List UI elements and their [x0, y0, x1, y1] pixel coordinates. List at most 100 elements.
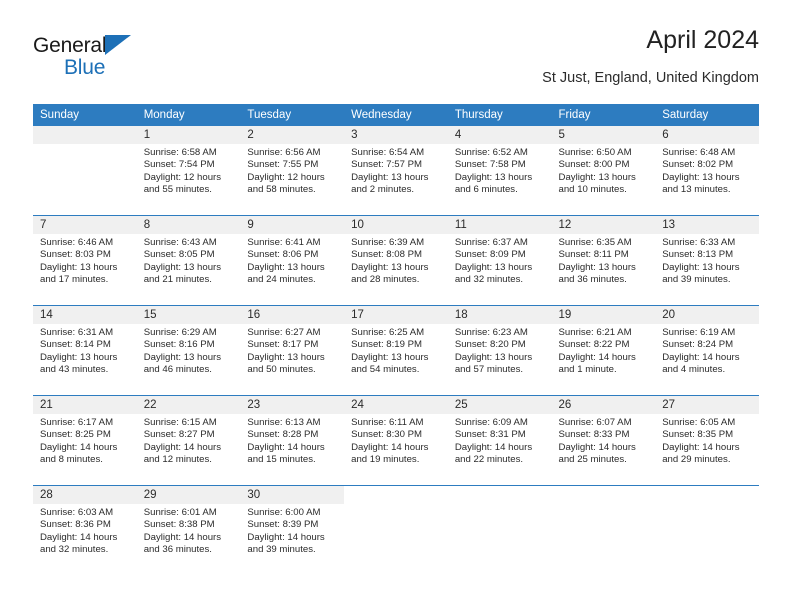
calendar-day-cell[interactable]: 1 Sunrise: 6:58 AM Sunset: 7:54 PM Daylight…	[136, 126, 241, 216]
day-cell-inner: 16 Sunrise: 6:27 AM Sunset: 8:17 PM Dayligh…	[240, 306, 345, 395]
calendar-day-cell[interactable]	[655, 485, 759, 578]
calendar-day-cell[interactable]: 15 Sunrise: 6:29 AM Sunset: 8:16 PM Dayligh…	[136, 305, 241, 396]
sunset-time: Sunset: 8:06 PM	[247, 249, 319, 261]
day-sun-info: Sunrise: 6:27 AM Sunset: 8:17 PM Daylight:…	[240, 324, 344, 377]
page-subtitle: St Just, England, United Kingdom	[542, 70, 759, 86]
day-cell-inner: 15 Sunrise: 6:29 AM Sunset: 8:16 PM Dayligh…	[136, 306, 241, 395]
sunset-time: Sunset: 8:24 PM	[662, 339, 734, 351]
day-sun-info: Sunrise: 6:11 AM Sunset: 8:30 PM Daylight:…	[344, 414, 448, 467]
sunrise-time: Sunrise: 6:07 AM	[558, 417, 632, 428]
daylight-duration: Daylight: 13 hours	[143, 351, 222, 363]
day-number: 2	[240, 126, 345, 144]
calendar-day-cell[interactable]: 16 Sunrise: 6:27 AM Sunset: 8:17 PM Dayligh…	[240, 305, 345, 396]
day-number: 12	[551, 216, 656, 234]
calendar-day-cell[interactable]: 28 Sunrise: 6:03 AM Sunset: 8:36 PM Dayligh…	[33, 485, 137, 578]
calendar-day-cell[interactable]	[447, 485, 552, 578]
daylight-duration: and 39 minutes.	[662, 274, 731, 286]
sunrise-time: Sunrise: 6:17 AM	[40, 417, 114, 428]
logo-text-general: General	[33, 34, 107, 57]
day-number: 22	[136, 396, 241, 414]
day-number: 6	[655, 126, 759, 144]
calendar-day-cell[interactable]: 29 Sunrise: 6:01 AM Sunset: 8:38 PM Dayligh…	[136, 485, 241, 578]
calendar-week-row: 21 Sunrise: 6:17 AM Sunset: 8:25 PM Dayligh…	[33, 395, 759, 486]
daylight-duration: Daylight: 13 hours	[40, 261, 118, 273]
calendar-day-cell[interactable]: 26 Sunrise: 6:07 AM Sunset: 8:33 PM Dayligh…	[551, 395, 656, 486]
day-sun-info: Sunrise: 6:19 AM Sunset: 8:24 PM Daylight:…	[655, 324, 759, 377]
weekday-header-wednesday: Wednesday	[344, 104, 448, 126]
daylight-duration: Daylight: 13 hours	[558, 171, 636, 183]
calendar-day-cell[interactable]: 12 Sunrise: 6:35 AM Sunset: 8:11 PM Dayligh…	[551, 215, 656, 306]
daylight-duration: Daylight: 14 hours	[143, 441, 222, 453]
calendar-day-cell[interactable]: 14 Sunrise: 6:31 AM Sunset: 8:14 PM Dayligh…	[33, 305, 137, 396]
calendar-day-cell[interactable]: 23 Sunrise: 6:13 AM Sunset: 8:28 PM Dayligh…	[240, 395, 345, 486]
day-sun-info: Sunrise: 6:25 AM Sunset: 8:19 PM Daylight:…	[344, 324, 448, 377]
day-number: 30	[240, 486, 345, 504]
daylight-duration: and 36 minutes.	[143, 544, 212, 556]
daylight-duration: and 10 minutes.	[558, 184, 627, 196]
calendar-day-cell[interactable]	[344, 485, 448, 578]
calendar-day-cell[interactable]: 21 Sunrise: 6:17 AM Sunset: 8:25 PM Dayligh…	[33, 395, 137, 486]
day-sun-info: Sunrise: 6:50 AM Sunset: 8:00 PM Daylight:…	[552, 144, 656, 197]
day-cell-inner: 20 Sunrise: 6:19 AM Sunset: 8:24 PM Dayligh…	[655, 306, 759, 395]
calendar-day-cell[interactable]: 9 Sunrise: 6:41 AM Sunset: 8:06 PM Daylight…	[240, 215, 345, 306]
day-number: 7	[33, 216, 137, 234]
sunset-time: Sunset: 8:30 PM	[351, 429, 423, 441]
calendar-day-cell[interactable]: 22 Sunrise: 6:15 AM Sunset: 8:27 PM Dayligh…	[136, 395, 241, 486]
calendar-day-cell[interactable]: 13 Sunrise: 6:33 AM Sunset: 8:13 PM Dayligh…	[655, 215, 759, 306]
logo-text-blue: Blue	[64, 56, 106, 79]
daylight-duration: and 32 minutes.	[454, 274, 524, 286]
calendar-day-cell[interactable]: 6 Sunrise: 6:48 AM Sunset: 8:02 PM Daylight…	[655, 126, 759, 216]
calendar-day-cell[interactable]: 4 Sunrise: 6:52 AM Sunset: 7:58 PM Daylight…	[447, 126, 552, 216]
day-number: 28	[33, 486, 137, 504]
calendar-day-cell[interactable]	[551, 485, 656, 578]
sunset-time: Sunset: 8:38 PM	[143, 519, 215, 531]
day-sun-info: Sunrise: 6:17 AM Sunset: 8:25 PM Daylight:…	[33, 414, 137, 467]
day-cell-inner: 13 Sunrise: 6:33 AM Sunset: 8:13 PM Dayligh…	[655, 216, 759, 305]
calendar-day-cell[interactable]: 20 Sunrise: 6:19 AM Sunset: 8:24 PM Dayligh…	[655, 305, 759, 396]
daylight-duration: Daylight: 13 hours	[351, 351, 429, 363]
daylight-duration: Daylight: 13 hours	[247, 261, 325, 273]
day-number: 15	[136, 306, 241, 324]
calendar-day-cell[interactable]: 17 Sunrise: 6:25 AM Sunset: 8:19 PM Dayligh…	[344, 305, 448, 396]
calendar-day-cell[interactable]: 27 Sunrise: 6:05 AM Sunset: 8:35 PM Dayligh…	[655, 395, 759, 486]
general-blue-logo[interactable]: General Blue	[33, 34, 153, 86]
day-cell-inner: 23 Sunrise: 6:13 AM Sunset: 8:28 PM Dayligh…	[240, 396, 345, 485]
sunrise-time: Sunrise: 6:03 AM	[40, 507, 114, 518]
calendar-day-cell[interactable]: 11 Sunrise: 6:37 AM Sunset: 8:09 PM Dayligh…	[447, 215, 552, 306]
calendar-day-cell[interactable]: 2 Sunrise: 6:56 AM Sunset: 7:55 PM Daylight…	[240, 126, 345, 216]
sunrise-time: Sunrise: 6:21 AM	[558, 327, 632, 338]
daylight-duration: Daylight: 14 hours	[247, 531, 325, 543]
day-sun-info: Sunrise: 6:52 AM Sunset: 7:58 PM Daylight:…	[448, 144, 552, 197]
daylight-duration: Daylight: 14 hours	[40, 441, 118, 453]
day-number: 21	[33, 396, 137, 414]
day-cell-inner	[344, 486, 448, 578]
weekday-header-tuesday: Tuesday	[240, 104, 345, 126]
calendar-day-cell[interactable]: 24 Sunrise: 6:11 AM Sunset: 8:30 PM Dayligh…	[344, 395, 448, 486]
calendar-day-cell[interactable]: 19 Sunrise: 6:21 AM Sunset: 8:22 PM Dayligh…	[551, 305, 656, 396]
day-sun-info: Sunrise: 6:46 AM Sunset: 8:03 PM Daylight:…	[33, 234, 137, 287]
daylight-duration: and 1 minute.	[558, 364, 617, 376]
calendar-week-row: 14 Sunrise: 6:31 AM Sunset: 8:14 PM Dayligh…	[33, 305, 759, 396]
daylight-duration: and 43 minutes.	[40, 364, 109, 376]
daylight-duration: and 2 minutes.	[351, 184, 415, 196]
day-number: 8	[136, 216, 241, 234]
day-number: 16	[240, 306, 345, 324]
sunrise-time: Sunrise: 6:56 AM	[247, 147, 321, 158]
calendar-day-cell[interactable]: 25 Sunrise: 6:09 AM Sunset: 8:31 PM Dayligh…	[447, 395, 552, 486]
calendar-day-cell[interactable]: 8 Sunrise: 6:43 AM Sunset: 8:05 PM Daylight…	[136, 215, 241, 306]
day-number: 5	[551, 126, 656, 144]
calendar-day-cell[interactable]: 30 Sunrise: 6:00 AM Sunset: 8:39 PM Dayligh…	[240, 485, 345, 578]
sunrise-time: Sunrise: 6:23 AM	[454, 327, 528, 338]
sunrise-time: Sunrise: 6:29 AM	[143, 327, 217, 338]
calendar-day-cell[interactable]: 18 Sunrise: 6:23 AM Sunset: 8:20 PM Dayligh…	[447, 305, 552, 396]
day-number	[655, 486, 759, 504]
calendar-day-cell[interactable]: 5 Sunrise: 6:50 AM Sunset: 8:00 PM Daylight…	[551, 126, 656, 216]
calendar-day-cell[interactable]	[33, 126, 137, 216]
sunrise-time: Sunrise: 6:50 AM	[558, 147, 632, 158]
calendar-day-cell[interactable]: 10 Sunrise: 6:39 AM Sunset: 8:08 PM Dayligh…	[344, 215, 448, 306]
sunset-time: Sunset: 8:16 PM	[143, 339, 215, 351]
calendar-day-cell[interactable]: 7 Sunrise: 6:46 AM Sunset: 8:03 PM Daylight…	[33, 215, 137, 306]
sunrise-time: Sunrise: 6:33 AM	[662, 237, 736, 248]
day-number: 4	[447, 126, 552, 144]
calendar-day-cell[interactable]: 3 Sunrise: 6:54 AM Sunset: 7:57 PM Daylight…	[344, 126, 448, 216]
